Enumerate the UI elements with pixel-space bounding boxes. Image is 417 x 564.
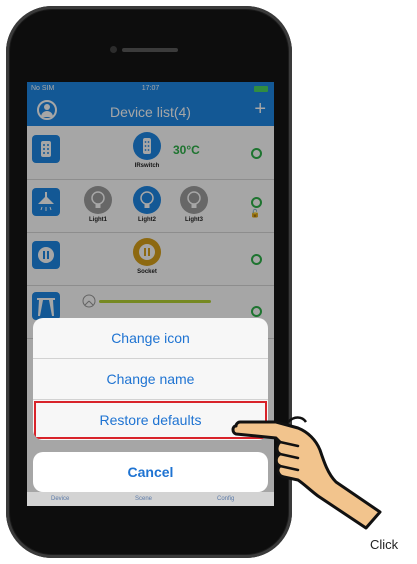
pointing-hand-icon [231,416,382,530]
front-camera [110,46,117,53]
click-caption: Click [370,537,399,552]
earpiece-speaker [122,48,178,52]
tab-scene[interactable]: Scene [135,496,152,502]
change-name-option[interactable]: Change name [33,359,268,400]
change-icon-option[interactable]: Change icon [33,318,268,359]
tab-device[interactable]: Device [51,496,69,502]
